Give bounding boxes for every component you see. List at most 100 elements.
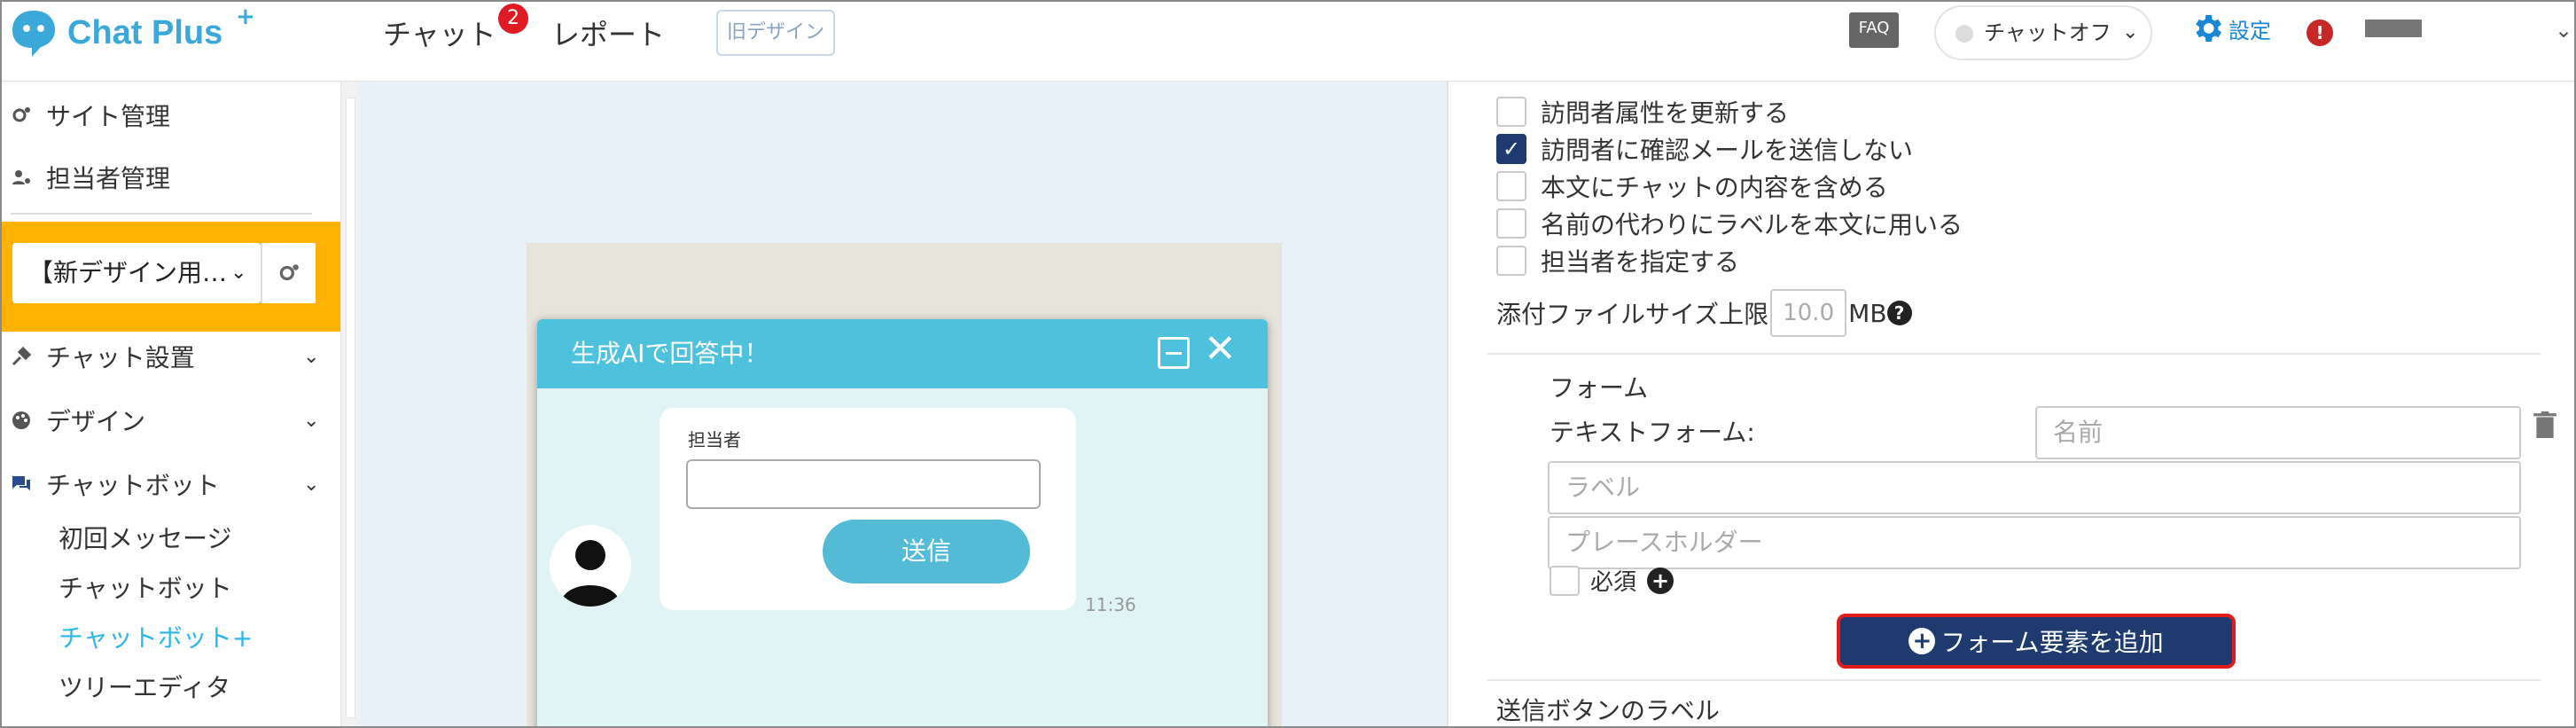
checkbox-row-specify-staff[interactable]: 担当者を指定する — [1496, 243, 1739, 278]
sidebar-item-design[interactable]: デザイン ⌄ — [11, 403, 321, 438]
tools-icon — [11, 345, 46, 368]
checkbox-row-include-chat-content[interactable]: 本文にチャットの内容を含める — [1496, 168, 1888, 204]
required-label: 必須 — [1590, 569, 1637, 596]
top-bar: Chat Plus + チャット 2 レポート 旧デザイン FAQ チャットオフ… — [2, 2, 2574, 82]
staff-input[interactable] — [686, 459, 1041, 509]
sidebar-item-site-admin[interactable]: サイト管理 — [11, 98, 170, 133]
text-form-label: テキストフォーム: — [1550, 418, 1755, 447]
chat-status-toggle[interactable]: チャットオフ ⌄ — [1934, 5, 2152, 60]
send-button-label-heading: 送信ボタンのラベル — [1496, 696, 1721, 725]
checkbox-row-no-confirmation-mail[interactable]: ✓ 訪問者に確認メールを送信しない — [1496, 131, 1913, 167]
faq-icon[interactable]: FAQ — [1849, 12, 1899, 48]
question-icon[interactable]: ? — [1886, 301, 1912, 325]
message-bubble: 担当者 送信 — [660, 408, 1076, 610]
file-size-row: 添付ファイルサイズ上限 10.0 MB ? — [1496, 289, 1912, 337]
scrollbar-thumb[interactable] — [346, 98, 355, 718]
site-settings-button[interactable] — [261, 243, 316, 303]
divider — [11, 213, 312, 215]
plus-circle-icon: + — [1909, 628, 1936, 654]
gear-icon — [279, 264, 299, 281]
gear-icon — [2196, 15, 2221, 42]
chevron-down-icon: ⌄ — [303, 345, 320, 368]
checkbox-row-update-visitor-attributes[interactable]: 訪問者属性を更新する — [1496, 94, 1789, 129]
checkbox-label: 名前の代わりにラベルを本文に用いる — [1541, 210, 1963, 239]
sidebar-subitem-chatbot-plus[interactable]: チャットボット+ — [59, 619, 253, 654]
chevron-down-icon: ⌄ — [303, 473, 320, 496]
sidebar-subitem-tree-editor[interactable]: ツリーエディタ — [59, 669, 230, 704]
chevron-down-icon: ⌄ — [303, 409, 320, 432]
message-time: 11:36 — [1085, 594, 1136, 615]
divider — [1487, 353, 2541, 355]
site-selector-box: 【新デザイン用… ⌄ — [2, 222, 340, 332]
alert-icon[interactable]: ! — [2307, 20, 2333, 46]
app-frame: Chat Plus + チャット 2 レポート 旧デザイン FAQ チャットオフ… — [0, 0, 2576, 728]
sidebar-scrollbar[interactable] — [340, 82, 360, 726]
name-field[interactable]: 名前 — [2035, 406, 2521, 459]
sidebar-item-chat-setup[interactable]: チャット設置 ⌄ — [11, 339, 321, 374]
placeholder-field[interactable]: プレースホルダー — [1548, 516, 2521, 569]
file-size-unit: MB — [1848, 298, 1887, 328]
trash-icon[interactable] — [2533, 411, 2556, 442]
label-field[interactable]: ラベル — [1548, 461, 2521, 514]
logo-text: Chat Plus — [67, 13, 223, 51]
chat-bubble-logo-icon — [12, 11, 55, 57]
checkbox-label: 訪問者に確認メールを送信しない — [1541, 136, 1914, 165]
settings-link[interactable]: 設定 — [2190, 11, 2271, 46]
site-select[interactable]: 【新デザイン用… ⌄ — [12, 243, 261, 303]
sidebar-item-chatbot[interactable]: チャットボット ⌄ — [11, 466, 321, 502]
nav-report[interactable]: レポート — [551, 12, 665, 53]
sidebar-subitem-chatbot[interactable]: チャットボット — [59, 569, 232, 605]
chat-window-title: 生成AIで回答中！ — [571, 339, 769, 368]
required-row: 必須 + — [1550, 564, 1674, 597]
settings-panel: 訪問者属性を更新する ✓ 訪問者に確認メールを送信しない 本文にチャットの内容を… — [1447, 82, 2574, 726]
sidebar-item-label: デザイン — [46, 407, 146, 436]
chevron-down-icon: ⌄ — [2122, 21, 2139, 43]
divider — [1487, 679, 2541, 681]
checkbox-label: 訪問者属性を更新する — [1541, 98, 1790, 128]
checkbox[interactable] — [1496, 171, 1526, 201]
add-form-element-label: フォーム要素を追加 — [1940, 628, 2164, 657]
chat-badge: 2 — [498, 4, 528, 34]
chat-preview-area: 生成AIで回答中！ ✕ 担当者 送信 11:36 — [360, 82, 1447, 726]
add-form-element-button[interactable]: + フォーム要素を追加 — [1837, 614, 2236, 669]
required-checkbox[interactable] — [1550, 565, 1580, 596]
chat-window: 生成AIで回答中！ ✕ 担当者 送信 11:36 — [537, 319, 1268, 726]
sidebar-item-label: チャットボット — [46, 471, 220, 500]
logo-plus: + — [236, 4, 255, 30]
checkbox-row-use-label-instead-of-name[interactable]: 名前の代わりにラベルを本文に用いる — [1496, 206, 1963, 241]
old-design-button[interactable]: 旧デザイン — [716, 10, 835, 56]
file-size-input[interactable]: 10.0 — [1770, 289, 1847, 337]
form-field-label: 担当者 — [688, 429, 741, 450]
sidebar-item-staff-admin[interactable]: 担当者管理 — [11, 160, 170, 195]
checkbox-label: 担当者を指定する — [1541, 247, 1740, 277]
sidebar-subitem-first-message[interactable]: 初回メッセージ — [59, 520, 231, 555]
send-button[interactable]: 送信 — [823, 520, 1030, 583]
checkbox[interactable] — [1496, 246, 1526, 276]
checkbox[interactable]: ✓ — [1496, 134, 1526, 164]
checkbox-label: 本文にチャットの内容を含める — [1541, 173, 1888, 202]
palette-icon — [11, 409, 46, 432]
status-dot — [1955, 25, 1973, 43]
checkbox[interactable] — [1496, 97, 1526, 127]
sidebar-item-label: サイト管理 — [46, 102, 171, 131]
chevron-down-icon: ⌄ — [230, 262, 247, 284]
avatar-icon — [550, 525, 631, 607]
settings-label: 設定 — [2229, 18, 2271, 43]
chat-icon — [11, 473, 46, 496]
user-menu[interactable] — [2365, 20, 2422, 37]
user-icon — [11, 166, 46, 189]
logo[interactable]: Chat Plus — [9, 7, 222, 59]
checkbox[interactable] — [1496, 208, 1526, 239]
plus-circle-icon[interactable]: + — [1647, 567, 1674, 594]
sidebar-item-label: 担当者管理 — [46, 164, 171, 193]
check-icon: ✓ — [1502, 137, 1521, 161]
nav-chat[interactable]: チャット — [383, 12, 496, 53]
form-section-title: フォーム — [1550, 373, 1649, 403]
sidebar-item-label: チャット設置 — [46, 343, 195, 372]
sidebar: サイト管理 担当者管理 【新デザイン用… ⌄ チャット設置 ⌄ デザイン ⌄ チ… — [2, 82, 340, 726]
chevron-down-icon[interactable]: ⌄ — [2555, 18, 2572, 43]
site-select-value: 【新デザイン用… — [28, 258, 228, 287]
close-icon[interactable]: ✕ — [1204, 326, 1237, 372]
file-size-label: 添付ファイルサイズ上限 — [1496, 300, 1769, 329]
minimize-icon[interactable] — [1158, 337, 1190, 369]
